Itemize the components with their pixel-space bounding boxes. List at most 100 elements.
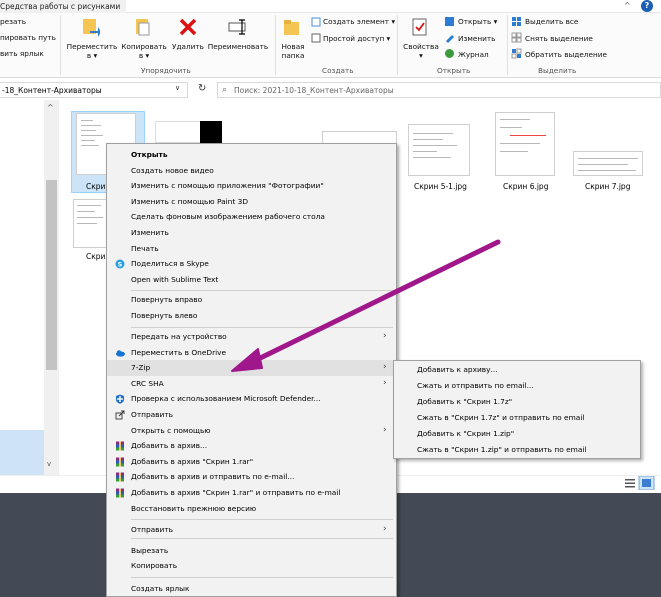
select-all-button[interactable]: Выделить все bbox=[525, 17, 578, 26]
select-none-button[interactable]: Снять выделение bbox=[525, 34, 593, 43]
scroll-up-icon[interactable]: ^ bbox=[47, 103, 54, 112]
context-menu-item-label: 7-Zip bbox=[131, 363, 151, 373]
file-thumbnail[interactable] bbox=[573, 151, 643, 176]
context-menu-item[interactable]: Создать новое видео bbox=[107, 163, 396, 179]
search-input[interactable]: ⌕ Поиск: 2021-10-18_Контент-Архиваторы bbox=[217, 82, 661, 98]
context-menu-item[interactable]: Open with Sublime Text bbox=[107, 272, 396, 288]
help-icon[interactable]: ? bbox=[641, 0, 653, 12]
zip-submenu-item[interactable]: Добавить к "Скрин 1.7z" bbox=[394, 394, 640, 410]
context-menu-item[interactable]: Изменить bbox=[107, 225, 396, 241]
context-menu-item[interactable]: Добавить в архив "Скрин 1.rar" bbox=[107, 454, 396, 470]
refresh-icon[interactable]: ↻ bbox=[198, 83, 206, 94]
context-menu-item[interactable]: Добавить в архив "Скрин 1.rar" и отправи… bbox=[107, 485, 396, 501]
context-menu-item[interactable]: 7-Zip › bbox=[107, 360, 396, 376]
context-menu-item[interactable]: Повернуть влево bbox=[107, 308, 396, 324]
zip-submenu-item[interactable]: Сжать в "Скрин 1.zip" и отправить по ema… bbox=[394, 442, 640, 458]
copy-to-button[interactable]: Копировать в ▾ bbox=[118, 42, 170, 60]
paste-shortcut-button[interactable]: вить ярлык bbox=[0, 49, 44, 58]
select-all-icon bbox=[512, 17, 521, 26]
winrar-icon bbox=[116, 441, 124, 451]
file-name[interactable]: Скри bbox=[86, 252, 105, 261]
context-menu: Открыть Создать новое видео Изменить с пом… bbox=[106, 143, 397, 597]
easy-access-icon bbox=[311, 33, 321, 43]
chevron-down-icon[interactable]: ∨ bbox=[175, 84, 180, 92]
context-menu-item[interactable]: Добавить в архив... bbox=[107, 438, 396, 454]
context-menu-item-label: Переместить в OneDrive bbox=[131, 347, 227, 357]
context-menu-item[interactable]: Открыть с помощью › bbox=[107, 423, 396, 439]
file-thumbnail-dark[interactable] bbox=[200, 121, 222, 143]
scroll-down-icon[interactable]: v bbox=[47, 460, 51, 468]
context-menu-item[interactable]: Изменить с помощью Paint 3D bbox=[107, 194, 396, 210]
rename-icon bbox=[228, 19, 246, 35]
zip-submenu-item[interactable]: Добавить к архиву... bbox=[394, 362, 640, 378]
new-item-button[interactable]: Создать элемент ▾ bbox=[323, 17, 395, 26]
context-menu-item[interactable]: CRC SHA › bbox=[107, 376, 396, 392]
defender-icon bbox=[116, 394, 124, 405]
open-button[interactable]: Открыть ▾ bbox=[458, 17, 497, 26]
context-menu-item-label: Повернуть влево bbox=[131, 310, 198, 320]
context-menu-item[interactable]: Изменить с помощью приложения "Фотографи… bbox=[107, 178, 396, 194]
address-bar-row: -18_Контент-Архиваторы ∨ ↻ ⌕ Поиск: 2021… bbox=[0, 81, 661, 99]
context-menu-item-label: Добавить в архив "Скрин 1.rar" bbox=[131, 456, 254, 466]
context-menu-item-label: Поделиться в Skype bbox=[131, 259, 209, 269]
context-menu-item-label: Повернуть вправо bbox=[131, 295, 203, 304]
nav-selected-item[interactable] bbox=[0, 430, 44, 475]
address-bar[interactable]: -18_Контент-Архиваторы bbox=[0, 82, 188, 98]
picture-tools-tab[interactable]: Средства работы с рисунками bbox=[0, 0, 127, 13]
zip-submenu-item[interactable]: Сжать в "Скрин 1.7z" и отправить по emai… bbox=[394, 410, 640, 426]
move-to-button[interactable]: Переместить в ▾ bbox=[64, 42, 120, 60]
file-thumbnail[interactable] bbox=[408, 124, 470, 176]
view-toggle[interactable] bbox=[623, 476, 655, 490]
file-name[interactable]: Скрин 5-1.jpg bbox=[414, 182, 467, 191]
search-placeholder: Поиск: 2021-10-18_Контент-Архиваторы bbox=[234, 86, 394, 95]
context-menu-item-label: Отправить bbox=[131, 524, 173, 534]
open-icon bbox=[445, 17, 454, 26]
file-name[interactable]: Скрин 6.jpg bbox=[503, 182, 548, 191]
ribbon-collapse-icon[interactable]: ^ bbox=[624, 1, 631, 10]
context-menu-item-label: Копировать bbox=[131, 561, 178, 571]
new-folder-button[interactable]: Новая папка bbox=[277, 42, 309, 60]
zip-submenu-item[interactable]: Сжать и отправить по email... bbox=[394, 378, 640, 394]
file-thumbnail[interactable] bbox=[73, 199, 107, 248]
context-menu-item[interactable]: S Поделиться в Skype bbox=[107, 256, 396, 272]
zip-submenu: Добавить к архиву... Сжать и отправить по… bbox=[393, 360, 641, 459]
delete-button[interactable]: Удалить bbox=[170, 42, 206, 51]
nav-scrollbar-thumb[interactable] bbox=[46, 180, 57, 370]
context-menu-item[interactable]: Отправить › bbox=[107, 522, 396, 538]
context-menu-item[interactable]: Проверка с использованием Microsoft Defe… bbox=[107, 391, 396, 407]
context-menu-item-label: Изменить bbox=[131, 228, 169, 237]
context-menu-item[interactable]: Сделать фоновым изображением рабочего ст… bbox=[107, 209, 396, 225]
properties-button[interactable]: Свойства ▾ bbox=[401, 42, 441, 60]
rename-button[interactable]: Переименовать bbox=[206, 42, 270, 51]
copy-path-button[interactable]: пировать путь bbox=[0, 33, 56, 42]
file-thumbnail[interactable] bbox=[155, 121, 201, 143]
cut-button[interactable]: резать bbox=[0, 17, 26, 26]
file-name[interactable]: Скри bbox=[86, 182, 105, 191]
context-menu-item[interactable]: Копировать bbox=[107, 558, 396, 574]
file-name[interactable]: Скрин 7.jpg bbox=[585, 182, 630, 191]
context-menu-item[interactable]: Отправить bbox=[107, 407, 396, 423]
context-menu-item-label: Сделать фоновым изображением рабочего ст… bbox=[131, 212, 325, 222]
context-menu-item-label: Добавить в архив "Скрин 1.rar" и отправи… bbox=[131, 488, 341, 497]
group-create-label: Создать bbox=[322, 66, 354, 75]
copy-to-icon bbox=[136, 19, 150, 36]
context-menu-item[interactable]: Передать на устройство › bbox=[107, 329, 396, 345]
history-button[interactable]: Журнал bbox=[458, 50, 489, 59]
address-path: -18_Контент-Архиваторы bbox=[2, 86, 102, 95]
context-menu-item-label: Отправить bbox=[131, 410, 173, 419]
context-menu-item[interactable]: Переместить в OneDrive bbox=[107, 345, 396, 361]
context-menu-item[interactable]: Восстановить прежнюю версию bbox=[107, 501, 396, 517]
edit-button[interactable]: Изменить bbox=[458, 34, 495, 43]
zip-submenu-item[interactable]: Добавить к "Скрин 1.zip" bbox=[394, 426, 640, 442]
context-menu-item[interactable]: Повернуть вправо bbox=[107, 292, 396, 308]
invert-selection-button[interactable]: Обратить выделение bbox=[525, 50, 607, 59]
file-thumbnail[interactable] bbox=[495, 112, 555, 176]
context-menu-item[interactable]: Добавить в архив и отправить по e-mail..… bbox=[107, 469, 396, 485]
context-menu-item[interactable]: Открыть bbox=[107, 147, 396, 163]
context-menu-item[interactable]: Вырезать bbox=[107, 543, 396, 559]
context-menu-item[interactable]: Создать ярлык bbox=[107, 581, 396, 597]
context-menu-item-label: Проверка с использованием Microsoft Defe… bbox=[131, 394, 321, 404]
easy-access-button[interactable]: Простой доступ ▾ bbox=[323, 34, 390, 43]
context-menu-item[interactable]: Печать bbox=[107, 241, 396, 257]
move-to-icon bbox=[83, 19, 100, 37]
